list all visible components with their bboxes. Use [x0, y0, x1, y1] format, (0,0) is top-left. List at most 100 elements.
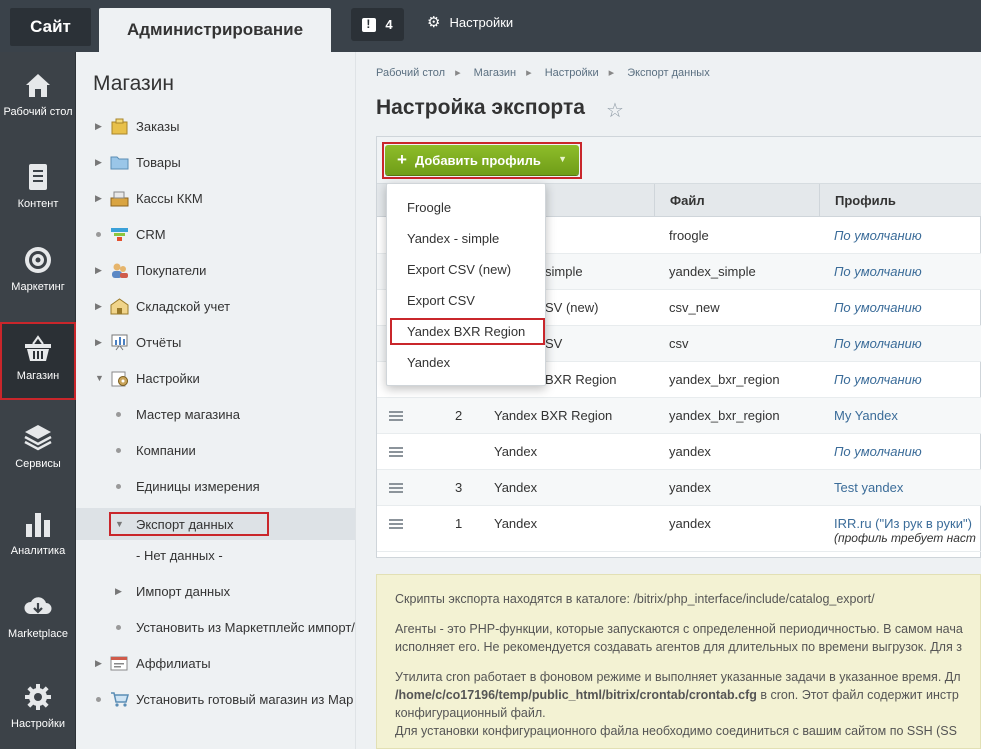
dropdown-item-yandex-simple[interactable]: Yandex - simple	[387, 223, 545, 254]
note-text: в cron. Этот файл содержит инстр	[756, 688, 959, 702]
expand-arrow-icon[interactable]: ▶	[95, 337, 102, 348]
cell-id: 3	[455, 480, 463, 495]
expand-arrow-icon[interactable]: ▶	[95, 658, 102, 669]
breadcrumb-item[interactable]: Рабочий стол	[376, 67, 445, 79]
cell-profile[interactable]: Test yandex	[834, 480, 903, 495]
content-area: Рабочий стол ▸ Магазин ▸ Настройки ▸ Экспор…	[356, 52, 981, 749]
breadcrumb-separator-icon: ▸	[526, 67, 532, 79]
menu-item-data-import[interactable]: ▶ Импорт данных	[76, 573, 355, 609]
notifications-button[interactable]: 4	[351, 8, 404, 41]
menu-item-units[interactable]: Единицы измерения	[76, 468, 355, 504]
column-header-profile[interactable]: Профиль	[819, 184, 981, 217]
menu-item-shop-wizard[interactable]: Мастер магазина	[76, 396, 355, 432]
document-icon	[29, 164, 47, 190]
expand-arrow-icon[interactable]: ▶	[95, 193, 102, 204]
menu-item-warehouse[interactable]: ▶ Складской учет	[76, 288, 355, 324]
cloud-download-icon	[24, 597, 52, 614]
cell-file: yandex	[669, 444, 711, 459]
menu-item-no-data: - Нет данных -	[76, 537, 355, 573]
menu-item-reports[interactable]: ▶ Отчёты	[76, 324, 355, 360]
iconbar-services[interactable]: Сервисы	[0, 422, 76, 500]
collapse-arrow-icon[interactable]: ▼	[95, 373, 104, 383]
favorite-star-icon[interactable]: ☆	[606, 98, 624, 123]
site-tab[interactable]: Сайт	[10, 8, 91, 46]
menu-item-install-shop[interactable]: Установить готовый магазин из Мар	[76, 681, 355, 717]
breadcrumb-separator-icon: ▸	[608, 67, 615, 79]
column-header-file[interactable]: Файл	[654, 184, 819, 217]
menu-item-affiliates[interactable]: ▶ Аффилиаты	[76, 645, 355, 681]
dropdown-item-yandex[interactable]: Yandex	[387, 347, 545, 378]
expand-arrow-icon[interactable]: ▶	[95, 121, 102, 132]
iconbar-content[interactable]: Контент	[0, 162, 76, 240]
admin-tab[interactable]: Администрирование	[99, 8, 331, 52]
grid-toolbar: + Добавить профиль ▼	[377, 137, 981, 184]
iconbar-marketplace[interactable]: Marketplace	[0, 592, 76, 670]
table-row[interactable]: 1 Yandex yandex IRR.ru ("Из рук в руки")…	[377, 506, 981, 552]
cell-profile[interactable]: My Yandex	[834, 408, 898, 423]
cell-profile-note: (профиль требует наст	[834, 531, 976, 545]
cell-file: csv_new	[669, 300, 720, 315]
cell-name: SV (new)	[545, 300, 599, 315]
highlight-frame	[109, 512, 269, 536]
menu-item-cash-registers[interactable]: ▶ Кассы ККМ	[76, 180, 355, 216]
iconbar-label: Рабочий стол	[3, 106, 73, 118]
iconbar-label: Аналитика	[10, 545, 66, 557]
expand-arrow-icon[interactable]: ▶	[95, 157, 102, 168]
basket-icon	[25, 335, 51, 361]
note-line: Утилита cron работает в фоновом режиме и…	[395, 670, 961, 684]
dropdown-item-export-csv-new[interactable]: Export CSV (new)	[387, 254, 545, 285]
iconbar-analytics[interactable]: Аналитика	[0, 509, 76, 587]
menu-item-crm[interactable]: CRM	[76, 216, 355, 252]
bullet-icon	[96, 231, 101, 237]
menu-item-label: Единицы измерения	[136, 478, 260, 494]
note-line: Скрипты экспорта находятся в каталоге: /…	[395, 592, 875, 606]
cell-profile[interactable]: По умолчанию	[834, 444, 922, 459]
gear-icon: ⚙	[427, 14, 441, 31]
breadcrumb-item[interactable]: Настройки	[545, 67, 599, 79]
breadcrumb-item[interactable]: Экспорт данных	[627, 67, 709, 79]
cell-file: yandex	[669, 516, 711, 531]
cell-name: BXR Region	[545, 372, 617, 387]
table-row[interactable]: 2 Yandex BXR Region yandex_bxr_region My…	[377, 398, 981, 434]
menu-item-customers[interactable]: ▶ Покупатели	[76, 252, 355, 288]
menu-item-label: Мастер магазина	[136, 406, 240, 422]
expand-arrow-icon[interactable]: ▶	[95, 301, 102, 312]
menu-item-orders[interactable]: ▶ Заказы	[76, 108, 355, 144]
menu-item-install-import[interactable]: Установить из Маркетплейс импорт/	[76, 609, 355, 645]
table-row[interactable]: 3 Yandex yandex Test yandex	[377, 470, 981, 506]
settings-link[interactable]: ⚙ Настройки	[427, 15, 513, 30]
cell-profile[interactable]: По умолчанию	[834, 336, 922, 351]
iconbar-shop[interactable]: Магазин	[0, 322, 76, 400]
cell-profile[interactable]: По умолчанию	[834, 228, 922, 243]
expand-arrow-icon[interactable]: ▶	[115, 586, 122, 597]
menu-item-settings[interactable]: ▼ Настройки	[76, 360, 355, 396]
iconbar-desktop[interactable]: Рабочий стол	[0, 70, 76, 148]
cell-profile[interactable]: По умолчанию	[834, 264, 922, 279]
dropdown-item-export-csv[interactable]: Export CSV	[387, 285, 545, 316]
row-menu-icon[interactable]	[389, 447, 403, 457]
row-menu-icon[interactable]	[389, 483, 403, 493]
target-icon	[25, 247, 51, 273]
cell-profile[interactable]: IRR.ru ("Из рук в руки")	[834, 516, 972, 531]
gear-icon	[25, 684, 51, 710]
menu-item-companies[interactable]: Компании	[76, 432, 355, 468]
dropdown-item-froogle[interactable]: Froogle	[387, 192, 545, 223]
breadcrumb-item[interactable]: Магазин	[474, 67, 516, 79]
layers-icon	[24, 425, 52, 451]
cell-profile[interactable]: По умолчанию	[834, 300, 922, 315]
table-row[interactable]: Yandex yandex По умолчанию	[377, 434, 981, 470]
menu-item-label: Покупатели	[136, 262, 207, 278]
orders-icon	[111, 118, 128, 134]
menu-item-label: Настройки	[136, 370, 200, 386]
expand-arrow-icon[interactable]: ▶	[95, 265, 102, 276]
cash-register-icon	[110, 191, 129, 206]
menu-item-products[interactable]: ▶ Товары	[76, 144, 355, 180]
row-menu-icon[interactable]	[389, 411, 403, 421]
report-icon	[111, 334, 128, 350]
cell-profile[interactable]: По умолчанию	[834, 372, 922, 387]
row-menu-icon[interactable]	[389, 519, 403, 529]
note-line: Агенты - это PHP-функции, которые запуск…	[395, 622, 963, 636]
iconbar-settings[interactable]: Настройки	[0, 682, 76, 749]
breadcrumb: Рабочий стол ▸ Магазин ▸ Настройки ▸ Экспор…	[376, 66, 720, 79]
iconbar-marketing[interactable]: Маркетинг	[0, 245, 76, 323]
